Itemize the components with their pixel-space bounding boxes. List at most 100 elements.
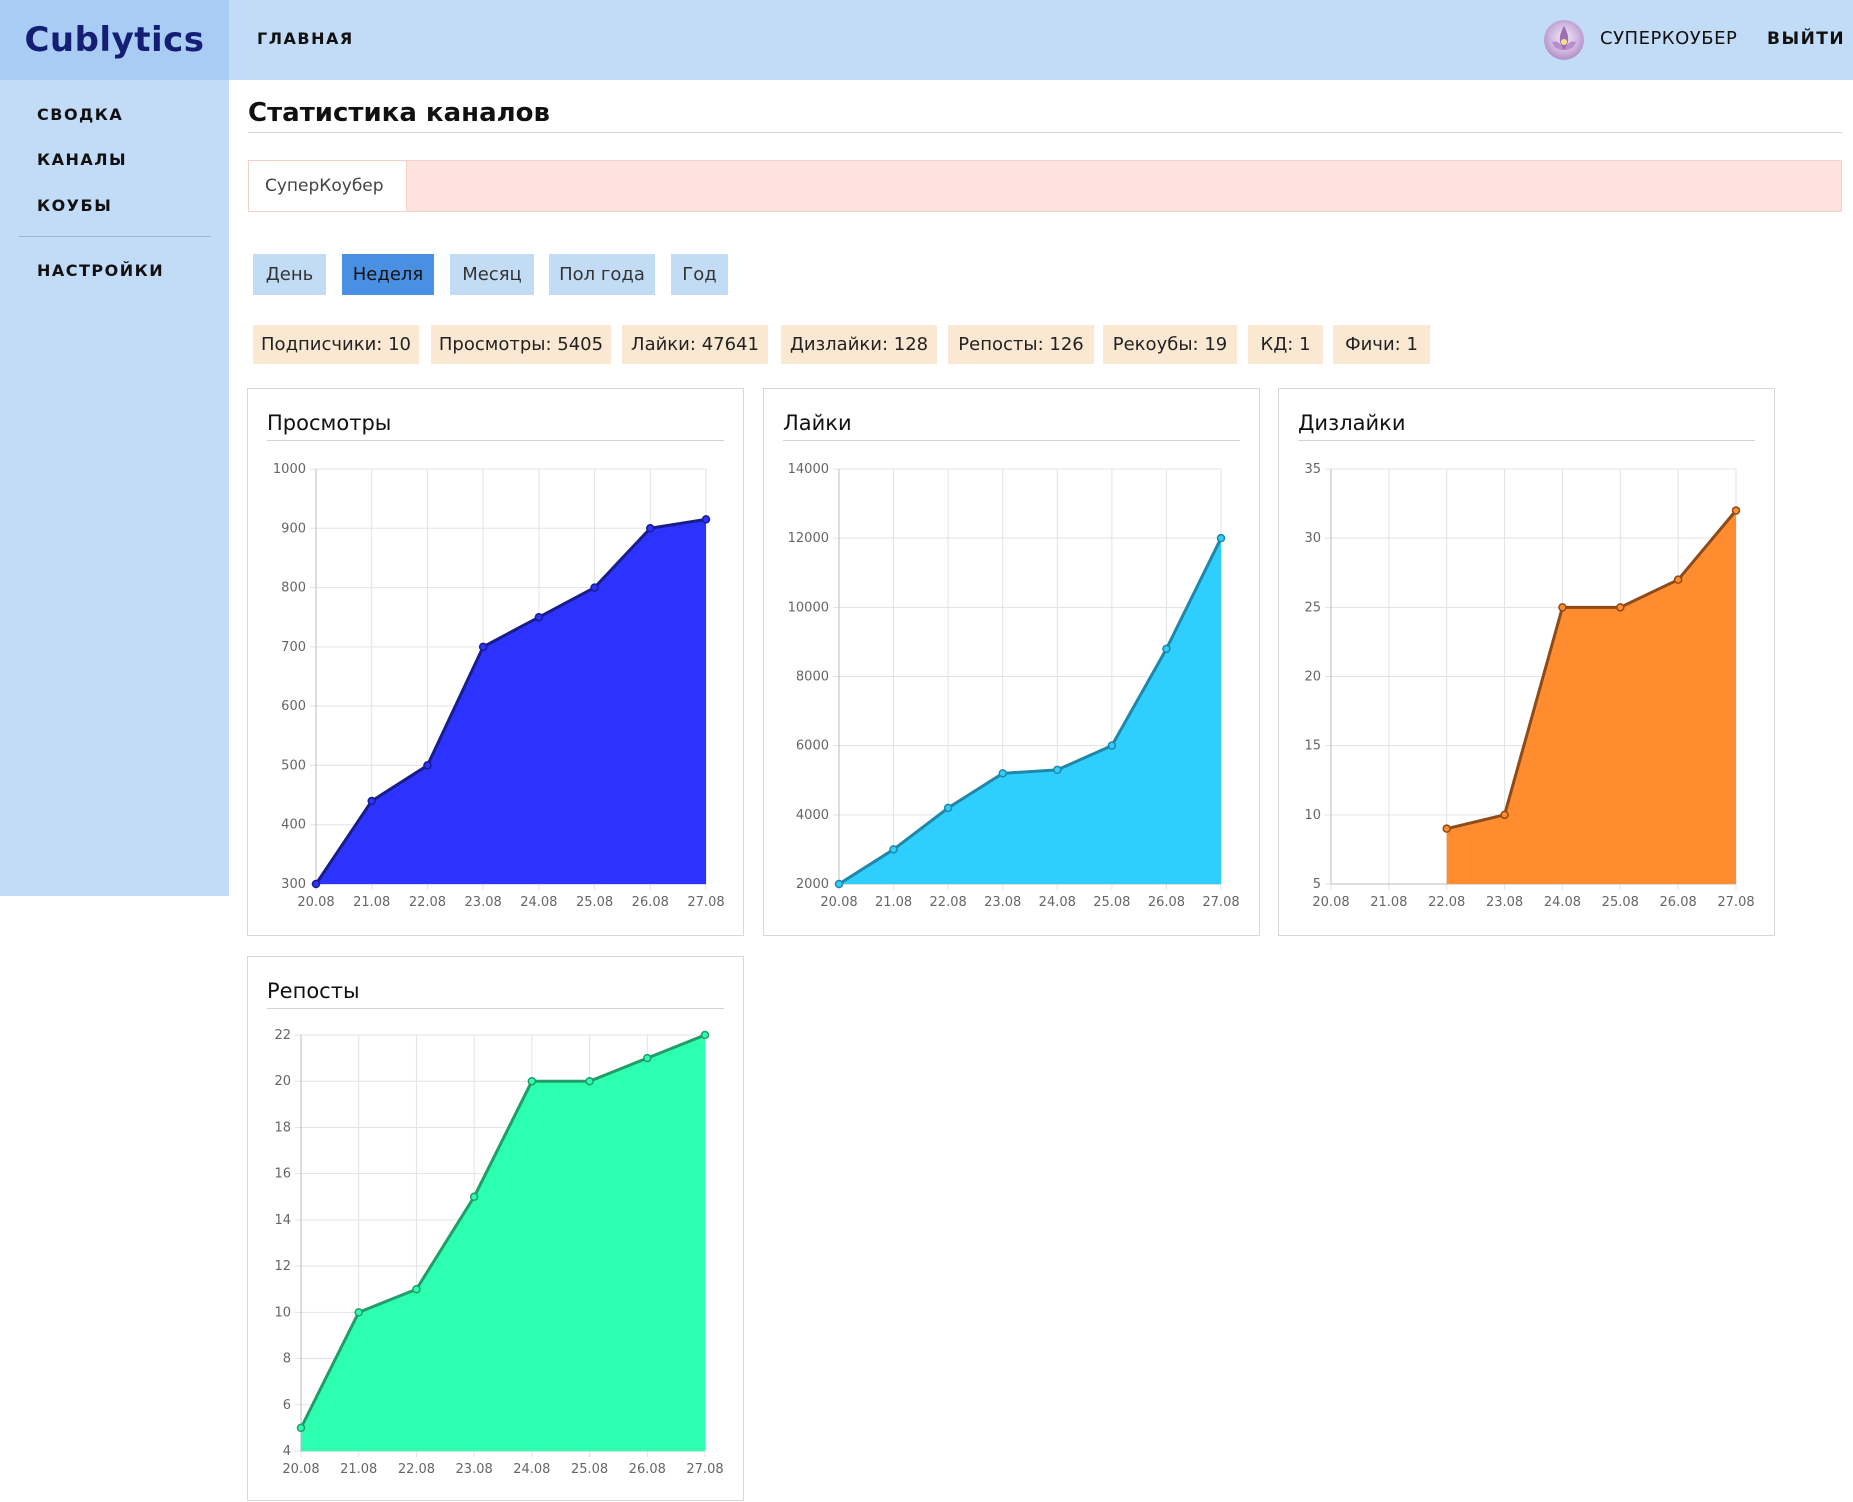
- data-point: [646, 524, 655, 533]
- y-tick-label: 2000: [796, 877, 829, 892]
- sidebar-item-channels[interactable]: КАНАЛЫ: [37, 150, 127, 169]
- y-tick-label: 10: [274, 1305, 291, 1320]
- data-point: [296, 1423, 306, 1433]
- y-tick-label: 700: [281, 640, 306, 655]
- channel-tab-superkouber[interactable]: СуперКоубер: [249, 161, 407, 211]
- period-half-year-button[interactable]: Пол года: [549, 254, 655, 295]
- y-tick-label: 4000: [796, 808, 829, 823]
- y-tick-label: 6000: [796, 739, 829, 754]
- x-tick-label: 26.08: [1148, 895, 1185, 910]
- data-point: [1558, 603, 1567, 612]
- sidebar-item-settings[interactable]: НАСТРОЙКИ: [37, 261, 164, 280]
- y-tick-label: 15: [1304, 739, 1321, 754]
- chart-card-likes: Лайки 2000 4000 6000 8000 10000 12000 14000 20.…: [763, 388, 1260, 936]
- stat-label: Рекоубы:: [1112, 334, 1199, 355]
- y-tick-label: 30: [1304, 531, 1321, 546]
- period-day-button[interactable]: День: [253, 254, 326, 295]
- channel-tabs: СуперКоубер: [248, 160, 1842, 212]
- stat-value: 1: [1406, 334, 1418, 355]
- stat-subscribers: Подписчики: 10: [253, 325, 419, 364]
- y-tick-label: 500: [281, 758, 306, 773]
- data-point: [700, 1030, 710, 1040]
- x-tick-label: 25.08: [1093, 895, 1130, 910]
- y-tick-label: 12000: [788, 531, 829, 546]
- stat-value: 19: [1204, 334, 1228, 355]
- stat-value: 1: [1299, 334, 1311, 355]
- chart-card-reposts: Репосты 4 6 8 10 12 14 16 18 20 22 20.08 21.08 22.08…: [247, 956, 744, 1501]
- stat-label: Лайки:: [631, 334, 696, 355]
- x-tick-label: 27.08: [686, 1462, 723, 1477]
- period-month-button[interactable]: Месяц: [450, 254, 534, 295]
- stat-value: 47641: [701, 334, 759, 355]
- data-point: [943, 803, 953, 813]
- area-fill: [301, 1035, 705, 1451]
- period-week-button[interactable]: Неделя: [342, 254, 434, 295]
- x-tick-label: 25.08: [1602, 895, 1639, 910]
- stat-features: Фичи: 1: [1333, 325, 1430, 364]
- x-tick-label: 27.08: [687, 895, 724, 910]
- x-tick-label: 24.08: [1039, 895, 1076, 910]
- x-tick-label: 23.08: [465, 895, 502, 910]
- data-point: [1216, 533, 1226, 543]
- x-tick-label: 24.08: [1544, 895, 1581, 910]
- y-tick-label: 14: [274, 1213, 291, 1228]
- dislikes-chart: 5 10 15 20 25 30 35 20.08 21.08 22.08 23.08 24.08 25…: [1304, 462, 1754, 910]
- nav-home-link[interactable]: ГЛАВНАЯ: [257, 29, 354, 48]
- data-point: [1731, 506, 1741, 515]
- y-tick-label: 12: [274, 1259, 291, 1274]
- y-tick-label: 16: [274, 1167, 291, 1182]
- stat-value: 5405: [557, 334, 604, 355]
- likes-chart: 2000 4000 6000 8000 10000 12000 14000 20.08 21.0…: [788, 462, 1240, 910]
- x-tick-label: 22.08: [409, 895, 446, 910]
- y-tick-label: 8000: [796, 670, 829, 685]
- x-tick-label: 26.08: [629, 1462, 666, 1477]
- brand-name: Cublytics: [24, 20, 205, 60]
- avatar-image: [1544, 20, 1584, 60]
- y-tick-label: 600: [281, 699, 306, 714]
- data-point: [1053, 765, 1062, 775]
- x-tick-label: 20.08: [297, 895, 334, 910]
- stat-likes: Лайки: 47641: [622, 325, 768, 364]
- x-tick-label: 21.08: [875, 895, 912, 910]
- x-tick-label: 24.08: [520, 895, 557, 910]
- stat-label: КД:: [1260, 334, 1294, 355]
- y-tick-label: 4: [283, 1444, 291, 1459]
- logout-link[interactable]: ВЫЙТИ: [1767, 29, 1845, 49]
- y-tick-label: 10000: [788, 600, 829, 615]
- data-point: [367, 796, 376, 806]
- y-tick-label: 10: [1304, 808, 1321, 823]
- y-tick-label: 5: [1313, 877, 1321, 892]
- y-tick-label: 22: [274, 1028, 291, 1043]
- chart-card-dislikes: Дизлайки 5 10 15 20 25 30 35 20.08 21.08 22.08 23.…: [1278, 388, 1775, 936]
- x-tick-label: 26.08: [632, 895, 669, 910]
- y-tick-label: 400: [281, 818, 306, 833]
- stat-dislikes: Дизлайки: 128: [781, 325, 937, 364]
- avatar[interactable]: [1544, 20, 1584, 60]
- x-tick-label: 22.08: [398, 1462, 435, 1477]
- sidebar-item-summary[interactable]: СВОДКА: [37, 105, 123, 124]
- data-point: [412, 1284, 421, 1294]
- x-tick-label: 27.08: [1202, 895, 1239, 910]
- period-year-button[interactable]: Год: [671, 254, 728, 295]
- stat-value: 126: [1049, 334, 1084, 355]
- data-point: [423, 761, 432, 770]
- stat-value: 10: [388, 334, 411, 355]
- area-fill: [839, 538, 1221, 884]
- top-navbar: Cublytics ГЛАВНАЯ СУПЕРКОУБЕР ВЫЙТИ: [0, 0, 1853, 80]
- username[interactable]: СУПЕРКОУБЕР: [1600, 28, 1737, 49]
- area-fill: [1446, 510, 1736, 884]
- y-tick-label: 25: [1304, 600, 1321, 615]
- data-point: [998, 769, 1007, 778]
- brand-logo[interactable]: Cublytics: [0, 0, 229, 80]
- data-point: [534, 612, 544, 622]
- data-point: [585, 1076, 594, 1086]
- x-tick-label: 22.08: [1428, 895, 1465, 910]
- sidebar-item-coubs[interactable]: КОУБЫ: [37, 196, 112, 215]
- sidebar-divider: [19, 236, 211, 237]
- stat-recoubs: Рекоубы: 19: [1103, 325, 1237, 364]
- area-fill: [316, 519, 706, 884]
- x-tick-label: 20.08: [282, 1462, 319, 1477]
- data-point: [1500, 810, 1509, 820]
- y-tick-label: 20: [274, 1074, 291, 1089]
- x-tick-label: 20.08: [820, 895, 857, 910]
